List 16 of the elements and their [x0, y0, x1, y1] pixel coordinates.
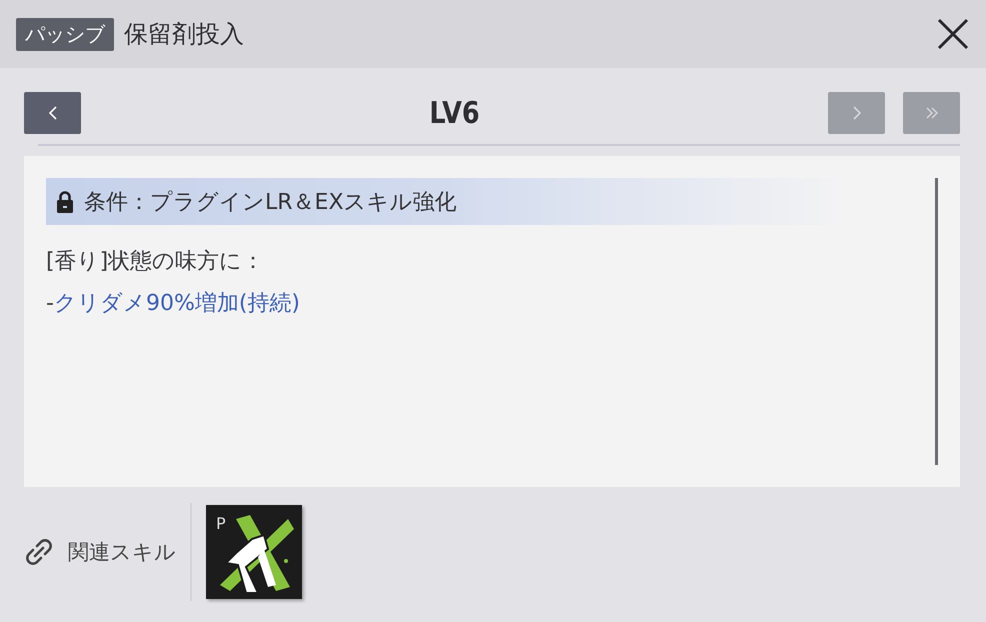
close-icon[interactable] [936, 17, 970, 51]
related-skills-label: 関連スキル [68, 539, 176, 566]
scrollbar[interactable] [935, 178, 938, 465]
effect-text: -クリダメ90%増加(持続) [46, 290, 302, 318]
chevron-right-icon [852, 106, 860, 120]
skill-title: 保留剤投入 [124, 19, 245, 50]
skill-letter: P [216, 514, 226, 533]
skill-icon[interactable]: P [206, 505, 302, 599]
double-chevron-right-icon [926, 107, 938, 119]
skill-type-badge: パッシブ [16, 18, 114, 50]
previous-level-button[interactable] [24, 92, 81, 134]
description-text: [香り]状態の味方に： [46, 248, 266, 276]
condition-text: 条件：プラグインLR＆EXスキル強化 [84, 188, 457, 216]
chevron-left-icon [48, 106, 56, 120]
level-label: LV6 [428, 96, 481, 130]
link-icon [24, 537, 54, 567]
